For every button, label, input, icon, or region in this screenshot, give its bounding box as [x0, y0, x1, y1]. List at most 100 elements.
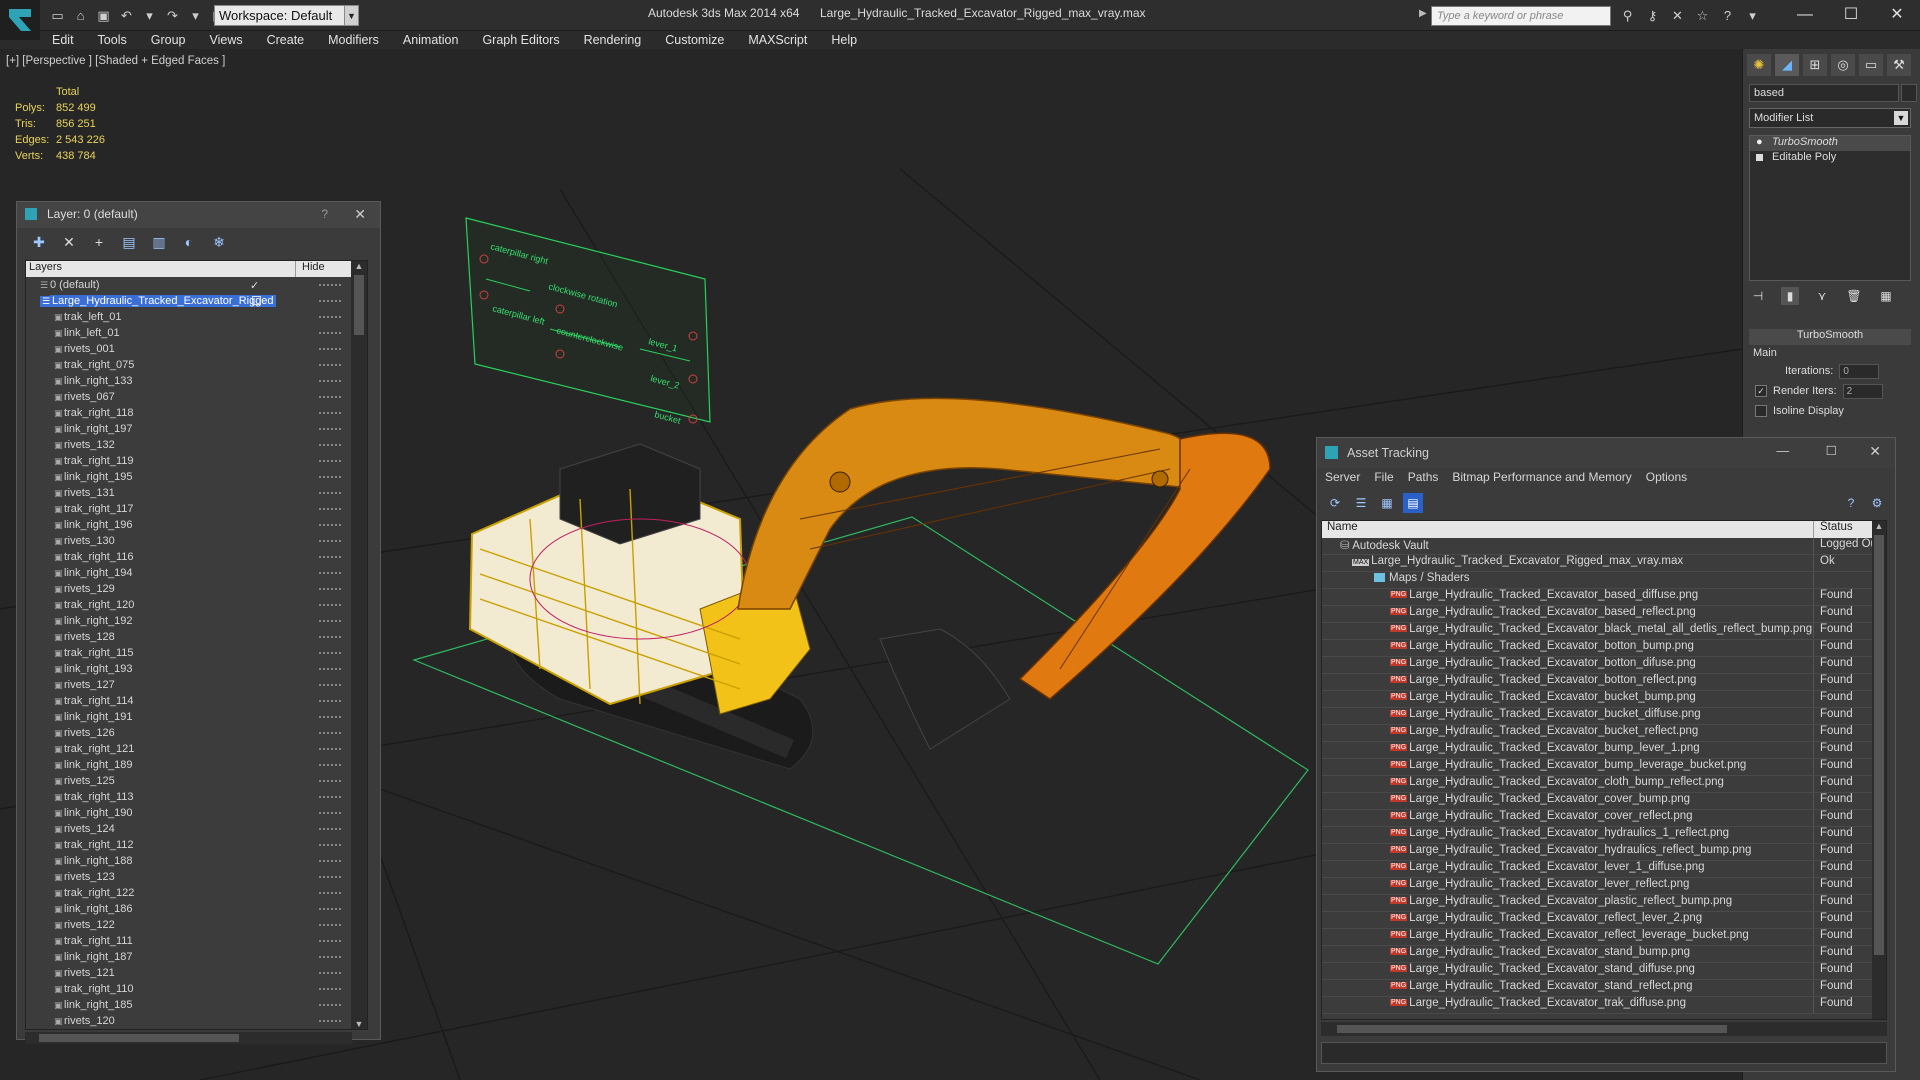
close-icon[interactable]: ✕ [1874, 2, 1920, 28]
asset-menu-options[interactable]: Options [1646, 470, 1687, 488]
hide-toggle[interactable] [319, 1004, 341, 1006]
menu-graph-editors[interactable]: Graph Editors [470, 31, 571, 49]
menu-modifiers[interactable]: Modifiers [316, 31, 391, 49]
chevron-down-icon[interactable]: ▼ [344, 5, 359, 26]
table-row[interactable]: PNG Large_Hydraulic_Tracked_Excavator_ref… [1322, 912, 1886, 929]
render-iters-checkbox[interactable]: ✓ [1755, 385, 1767, 397]
maximize-icon[interactable]: ☐ [1828, 2, 1874, 28]
layer-row[interactable]: ▣trak_right_119 [26, 453, 367, 469]
hide-toggle[interactable] [319, 748, 341, 750]
menu-group[interactable]: Group [139, 31, 198, 49]
layer-row[interactable]: ▣trak_left_01 [26, 309, 367, 325]
table-row[interactable]: PNG Large_Hydraulic_Tracked_Excavator_bum… [1322, 742, 1886, 759]
table-row[interactable]: PNG Large_Hydraulic_Tracked_Excavator_buc… [1322, 725, 1886, 742]
asset-menu-bitmap[interactable]: Bitmap Performance and Memory [1452, 470, 1631, 488]
hide-toggle[interactable] [319, 780, 341, 782]
hide-toggle[interactable] [319, 428, 341, 430]
table-row[interactable]: PNG Large_Hydraulic_Tracked_Excavator_cov… [1322, 810, 1886, 827]
hide-toggle[interactable] [319, 940, 341, 942]
pin-stack-icon[interactable]: ⊣ [1749, 287, 1767, 305]
hide-toggle[interactable] [319, 460, 341, 462]
rollout-title[interactable]: TurboSmooth [1749, 329, 1911, 345]
layer-row[interactable]: ▣trak_right_120 [26, 597, 367, 613]
layer-row[interactable]: ▣link_right_187 [26, 949, 367, 965]
remove-modifier-icon[interactable]: 🗑 [1845, 287, 1863, 305]
render-iters-spinner[interactable]: 2 [1842, 383, 1883, 399]
save-file-icon[interactable]: ▣ [94, 6, 113, 25]
hide-toggle[interactable] [319, 812, 341, 814]
thumbnail-view-icon[interactable]: ▦ [1377, 493, 1397, 513]
highlight-layer-icon[interactable]: ▥ [149, 232, 169, 252]
open-file-icon[interactable]: ⌂ [71, 6, 90, 25]
layer-dialog-titlebar[interactable]: Layer: 0 (default) ? ✕ [17, 202, 380, 228]
table-row[interactable]: PNG Large_Hydraulic_Tracked_Excavator_ref… [1322, 929, 1886, 946]
table-row[interactable]: PNG Large_Hydraulic_Tracked_Excavator_tra… [1322, 997, 1886, 1014]
layer-row[interactable]: ▣trak_right_121 [26, 741, 367, 757]
layer-row[interactable]: ▣link_right_193 [26, 661, 367, 677]
make-unique-icon[interactable]: ⋎ [1813, 287, 1831, 305]
hide-toggle[interactable] [319, 412, 341, 414]
exchange-icon[interactable]: ✕ [1668, 6, 1687, 25]
list-view-icon[interactable]: ☰ [1351, 493, 1371, 513]
close-icon[interactable]: ✕ [354, 206, 366, 223]
layer-row[interactable]: ▣link_right_188 [26, 853, 367, 869]
layer-row[interactable]: ▣link_right_197 [26, 421, 367, 437]
chevron-down-icon[interactable]: ▼ [1894, 111, 1908, 125]
table-row[interactable]: PNG Large_Hydraulic_Tracked_Excavator_bot… [1322, 657, 1886, 674]
close-icon[interactable]: ✕ [1869, 443, 1881, 460]
hide-toggle[interactable] [319, 668, 341, 670]
layer-row[interactable]: ▣rivets_131 [26, 485, 367, 501]
layer-row[interactable]: ▣rivets_122 [26, 917, 367, 933]
table-row[interactable]: MAX Large_Hydraulic_Tracked_Excavator_Rig… [1322, 555, 1886, 572]
menu-customize[interactable]: Customize [653, 31, 736, 49]
menu-animation[interactable]: Animation [391, 31, 471, 49]
col-status[interactable]: Status [1814, 521, 1874, 538]
layer-row[interactable]: ▣link_right_194 [26, 565, 367, 581]
minimize-icon[interactable]: — [1777, 444, 1790, 458]
delete-layer-icon[interactable]: ✕ [59, 232, 79, 252]
help-dropdown-icon[interactable]: ▾ [1743, 6, 1762, 25]
table-row[interactable]: PNG Large_Hydraulic_Tracked_Excavator_hyd… [1322, 827, 1886, 844]
add-to-layer-icon[interactable]: + [89, 232, 109, 252]
table-row[interactable]: PNG Large_Hydraulic_Tracked_Excavator_bot… [1322, 674, 1886, 691]
layer-row[interactable]: ▣rivets_127 [26, 677, 367, 693]
layer-row[interactable]: ▣link_left_01 [26, 325, 367, 341]
layer-row[interactable]: ▣rivets_001 [26, 341, 367, 357]
layer-row[interactable]: ▣trak_right_122 [26, 885, 367, 901]
modifier-list-dropdown[interactable]: Modifier List ▼ [1749, 108, 1911, 128]
layer-row[interactable]: ☰ 0 (default) ✓ [26, 277, 367, 293]
help-icon[interactable]: ? [1841, 493, 1861, 513]
layer-row[interactable]: ▣trak_right_118 [26, 405, 367, 421]
favorites-icon[interactable]: ☆ [1693, 6, 1712, 25]
layer-row[interactable]: ▣trak_right_075 [26, 357, 367, 373]
layer-row[interactable]: ▣trak_right_115 [26, 645, 367, 661]
menu-create[interactable]: Create [255, 31, 317, 49]
hide-toggle[interactable] [319, 620, 341, 622]
stack-item-turbosmooth[interactable]: ● TurboSmooth [1750, 136, 1910, 151]
menu-tools[interactable]: Tools [86, 31, 139, 49]
hide-toggle[interactable] [319, 636, 341, 638]
maximize-icon[interactable]: ☐ [1826, 443, 1837, 458]
hide-toggle[interactable] [319, 716, 341, 718]
asset-menu-server[interactable]: Server [1325, 470, 1360, 488]
display-tab-icon[interactable]: ▭ [1859, 54, 1883, 76]
table-view-icon[interactable]: ▤ [1403, 493, 1423, 513]
layer-row[interactable]: ▣rivets_120 [26, 1013, 367, 1029]
hide-toggle[interactable] [319, 892, 341, 894]
app-menu-button[interactable] [0, 0, 40, 40]
hide-toggle[interactable] [319, 956, 341, 958]
layer-row[interactable]: ▣trak_right_110 [26, 981, 367, 997]
col-layers[interactable]: Layers [26, 261, 296, 277]
layer-row[interactable]: ▣rivets_123 [26, 869, 367, 885]
hide-toggle[interactable] [319, 876, 341, 878]
hide-toggle[interactable] [319, 588, 341, 590]
motion-tab-icon[interactable]: ◎ [1831, 54, 1855, 76]
layer-list[interactable]: Layers Hide ☰ 0 (default) ✓ ☰ Large_Hydrauli… [25, 260, 368, 1030]
table-row[interactable]: PNG Large_Hydraulic_Tracked_Excavator_bas… [1322, 589, 1886, 606]
scroll-thumb[interactable] [1337, 1025, 1727, 1033]
asset-path-field[interactable] [1321, 1042, 1887, 1064]
layer-row[interactable]: ▣trak_right_112 [26, 837, 367, 853]
col-name[interactable]: Name [1322, 521, 1814, 538]
table-row[interactable]: PNG Large_Hydraulic_Tracked_Excavator_sta… [1322, 963, 1886, 980]
hide-all-icon[interactable]: ◐ [179, 232, 199, 252]
